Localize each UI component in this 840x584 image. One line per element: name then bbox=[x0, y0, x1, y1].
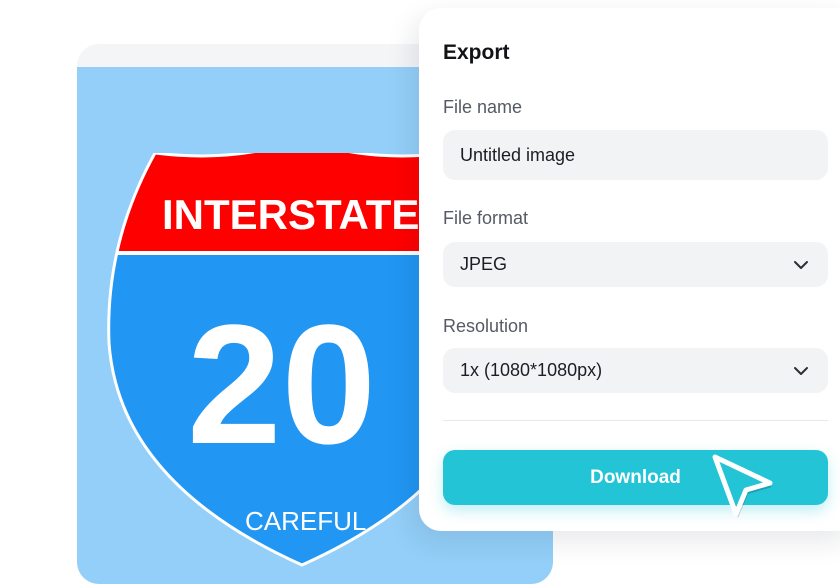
sign-top-text: INTERSTATE bbox=[162, 191, 419, 238]
file-name-field[interactable] bbox=[443, 130, 828, 180]
file-name-label: File name bbox=[443, 97, 523, 117]
resolution-value: 1x (1080*1080px) bbox=[460, 360, 603, 380]
resolution-label: Resolution bbox=[443, 316, 529, 336]
file-format-label: File format bbox=[443, 208, 529, 228]
sign-number: 20 bbox=[187, 290, 376, 480]
sign-bottom-text: CAREFUL bbox=[245, 506, 366, 536]
cursor-pointer-icon bbox=[712, 454, 773, 518]
chevron-down-icon bbox=[794, 366, 808, 375]
file-format-select[interactable]: JPEG bbox=[443, 242, 828, 287]
file-name-input[interactable] bbox=[460, 144, 828, 166]
panel-title: Export bbox=[443, 41, 510, 64]
chevron-down-icon bbox=[794, 260, 808, 269]
file-format-value: JPEG bbox=[460, 254, 508, 274]
resolution-select[interactable]: 1x (1080*1080px) bbox=[443, 348, 828, 393]
panel-divider bbox=[443, 420, 828, 421]
